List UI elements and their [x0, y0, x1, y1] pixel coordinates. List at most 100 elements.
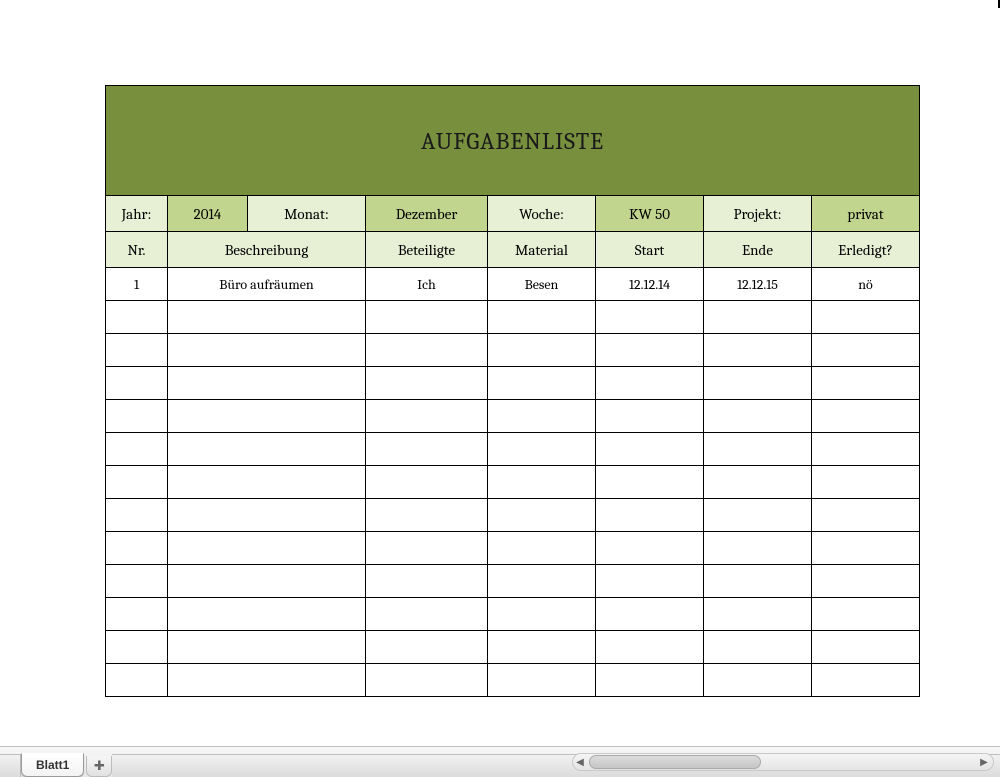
cell-start[interactable] [596, 367, 704, 400]
col-header-beteiligte[interactable]: Beteiligte [366, 232, 488, 268]
cell-beschreibung[interactable] [168, 631, 366, 664]
cell-beschreibung[interactable] [168, 565, 366, 598]
cell-beteiligte[interactable] [366, 466, 488, 499]
cell-beteiligte[interactable]: Ich [366, 268, 488, 301]
cell-beschreibung[interactable]: Büro aufräumen [168, 268, 366, 301]
cell-beteiligte[interactable] [366, 664, 488, 697]
cell-start[interactable] [596, 664, 704, 697]
cell-material[interactable] [488, 301, 596, 334]
cell-material[interactable] [488, 400, 596, 433]
cell-material[interactable] [488, 565, 596, 598]
cell-erledigt[interactable]: nö [812, 268, 920, 301]
cell-nr[interactable] [106, 367, 168, 400]
cell-nr[interactable] [106, 598, 168, 631]
cell-beteiligte[interactable] [366, 565, 488, 598]
cell-ende[interactable] [704, 301, 812, 334]
cell-material[interactable] [488, 334, 596, 367]
cell-ende[interactable]: 12.12.15 [704, 268, 812, 301]
cell-ende[interactable] [704, 631, 812, 664]
cell-nr[interactable] [106, 664, 168, 697]
cell-beteiligte[interactable] [366, 598, 488, 631]
cell-erledigt[interactable] [812, 466, 920, 499]
cell-material[interactable] [488, 367, 596, 400]
cell-beteiligte[interactable] [366, 367, 488, 400]
cell-ende[interactable] [704, 367, 812, 400]
cell-material[interactable]: Besen [488, 268, 596, 301]
cell-ende[interactable] [704, 334, 812, 367]
cell-beschreibung[interactable] [168, 466, 366, 499]
sheet-tab-blatt1[interactable]: Blatt1 [21, 753, 84, 777]
cell-erledigt[interactable] [812, 565, 920, 598]
cell-material[interactable] [488, 433, 596, 466]
scroll-thumb[interactable] [589, 755, 761, 769]
cell-erledigt[interactable] [812, 334, 920, 367]
cell-start[interactable] [596, 433, 704, 466]
cell-start[interactable] [596, 565, 704, 598]
cell-erledigt[interactable] [812, 301, 920, 334]
cell-start[interactable] [596, 301, 704, 334]
cell-nr[interactable] [106, 301, 168, 334]
meta-woche-label[interactable]: Woche: [488, 196, 596, 232]
cell-erledigt[interactable] [812, 367, 920, 400]
col-header-start[interactable]: Start [596, 232, 704, 268]
cell-nr[interactable] [106, 400, 168, 433]
cell-material[interactable] [488, 532, 596, 565]
col-header-erledigt[interactable]: Erledigt? [812, 232, 920, 268]
cell-start[interactable]: 12.12.14 [596, 268, 704, 301]
meta-woche-value[interactable]: KW 50 [596, 196, 704, 232]
scroll-left-icon[interactable]: ◀ [573, 757, 587, 768]
cell-beteiligte[interactable] [366, 499, 488, 532]
meta-jahr-label[interactable]: Jahr: [106, 196, 168, 232]
cell-material[interactable] [488, 499, 596, 532]
cell-beschreibung[interactable] [168, 499, 366, 532]
cell-erledigt[interactable] [812, 598, 920, 631]
cell-nr[interactable] [106, 631, 168, 664]
col-header-ende[interactable]: Ende [704, 232, 812, 268]
cell-material[interactable] [488, 631, 596, 664]
cell-beteiligte[interactable] [366, 400, 488, 433]
cell-beschreibung[interactable] [168, 598, 366, 631]
cell-start[interactable] [596, 631, 704, 664]
cell-material[interactable] [488, 664, 596, 697]
cell-ende[interactable] [704, 400, 812, 433]
col-header-material[interactable]: Material [488, 232, 596, 268]
cell-beschreibung[interactable] [168, 400, 366, 433]
cell-nr[interactable]: 1 [106, 268, 168, 301]
cell-start[interactable] [596, 334, 704, 367]
cell-ende[interactable] [704, 433, 812, 466]
cell-beschreibung[interactable] [168, 334, 366, 367]
cell-erledigt[interactable] [812, 499, 920, 532]
cell-start[interactable] [596, 598, 704, 631]
cell-erledigt[interactable] [812, 433, 920, 466]
cell-ende[interactable] [704, 664, 812, 697]
cell-ende[interactable] [704, 499, 812, 532]
cell-erledigt[interactable] [812, 532, 920, 565]
cell-ende[interactable] [704, 565, 812, 598]
meta-monat-value[interactable]: Dezember [366, 196, 488, 232]
cell-beteiligte[interactable] [366, 631, 488, 664]
cell-ende[interactable] [704, 598, 812, 631]
cell-start[interactable] [596, 466, 704, 499]
cell-start[interactable] [596, 499, 704, 532]
cell-nr[interactable] [106, 532, 168, 565]
meta-jahr-value[interactable]: 2014 [168, 196, 248, 232]
cell-beteiligte[interactable] [366, 301, 488, 334]
cell-erledigt[interactable] [812, 664, 920, 697]
meta-projekt-value[interactable]: privat [812, 196, 920, 232]
horizontal-scrollbar[interactable]: ◀ ▶ [572, 753, 994, 771]
cell-material[interactable] [488, 466, 596, 499]
add-sheet-button[interactable]: ✚ [86, 756, 112, 777]
cell-start[interactable] [596, 532, 704, 565]
col-header-nr[interactable]: Nr. [106, 232, 168, 268]
cell-ende[interactable] [704, 532, 812, 565]
cell-beteiligte[interactable] [366, 532, 488, 565]
cell-beschreibung[interactable] [168, 532, 366, 565]
col-header-beschreibung[interactable]: Beschreibung [168, 232, 366, 268]
cell-erledigt[interactable] [812, 631, 920, 664]
cell-nr[interactable] [106, 433, 168, 466]
cell-beteiligte[interactable] [366, 433, 488, 466]
cell-nr[interactable] [106, 499, 168, 532]
cell-beschreibung[interactable] [168, 301, 366, 334]
cell-ende[interactable] [704, 466, 812, 499]
cell-beschreibung[interactable] [168, 433, 366, 466]
